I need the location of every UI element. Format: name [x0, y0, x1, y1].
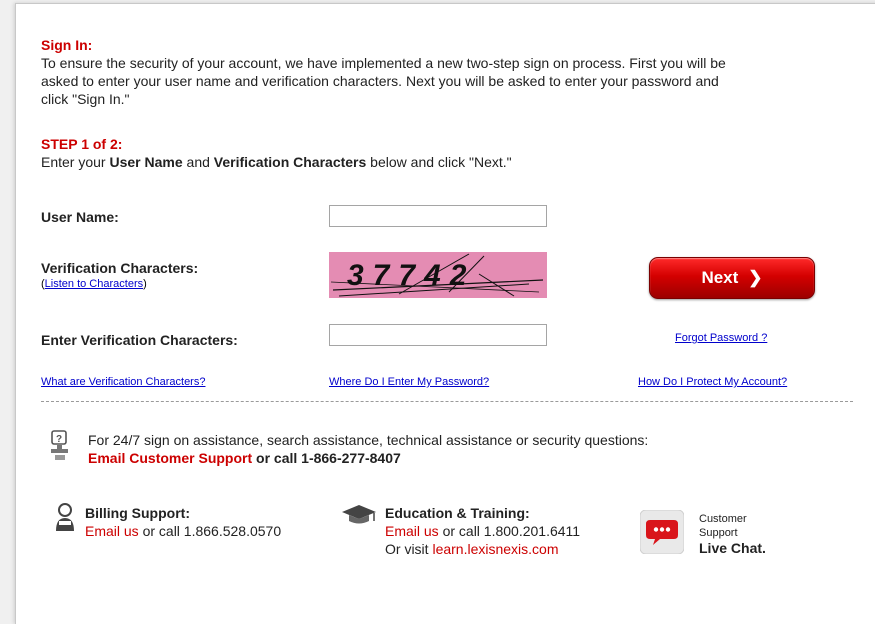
learn-lexisnexis-link[interactable]: learn.lexisnexis.com: [432, 541, 558, 557]
education-title: Education & Training:: [385, 505, 530, 521]
education-visit-text: Or visit: [385, 541, 433, 557]
billing-contact: Email us or call 1.866.528.0570: [85, 522, 281, 540]
step-text-pre: Enter your: [41, 154, 110, 170]
protect-account-link[interactable]: How Do I Protect My Account?: [638, 376, 787, 388]
intro-line-3: click "Sign In.": [41, 91, 130, 107]
live-chat-line-2: Support: [699, 527, 738, 539]
username-label: User Name:: [41, 209, 119, 225]
education-phone: or call 1.800.201.6411: [438, 523, 581, 539]
billing-person-icon: [54, 503, 76, 538]
step-title: STEP 1 of 2:: [41, 136, 123, 152]
username-input[interactable]: [329, 205, 547, 227]
section-divider: [41, 401, 853, 402]
next-button-label: Next: [701, 268, 739, 287]
chevron-right-icon: ❯: [748, 268, 763, 287]
intro-line-2: asked to enter your user name and verifi…: [41, 73, 719, 89]
billing-phone: or call 1.866.528.0570: [138, 523, 282, 539]
education-contact: Email us or call 1.800.201.6411: [385, 522, 580, 540]
verification-input[interactable]: [329, 324, 547, 346]
email-customer-support-link[interactable]: Email Customer Support: [88, 450, 252, 466]
help-desk-icon: ?: [49, 430, 71, 469]
step-text-verification: Verification Characters: [213, 154, 367, 170]
listen-wrapper: (Listen to Characters): [41, 278, 147, 290]
where-password-link[interactable]: Where Do I Enter My Password?: [329, 376, 489, 388]
captcha-image: 37742: [329, 252, 547, 298]
education-visit: Or visit learn.lexisnexis.com: [385, 540, 559, 558]
education-email-link[interactable]: Email us: [385, 523, 439, 539]
step-instructions: Enter your User Name and Verification Ch…: [41, 153, 512, 171]
listen-paren-close: ): [143, 278, 147, 290]
signin-intro: To ensure the security of your account, …: [41, 54, 875, 108]
enter-verification-label: Enter Verification Characters:: [41, 332, 238, 348]
assist-contact: Email Customer Support or call 1-866-277…: [88, 449, 401, 467]
signin-panel: Sign In: To ensure the security of your …: [15, 3, 875, 624]
listen-characters-link[interactable]: Listen to Characters: [45, 278, 143, 290]
step-text-username: User Name: [109, 154, 183, 170]
chat-bubble-icon[interactable]: [639, 509, 685, 559]
live-chat-line-1: Customer: [699, 513, 747, 525]
live-chat-line-3: Live Chat.: [699, 540, 766, 556]
intro-line-1: To ensure the security of your account, …: [41, 55, 726, 71]
step-text-mid: and: [182, 154, 214, 170]
what-are-verification-link[interactable]: What are Verification Characters?: [41, 376, 205, 388]
graduation-cap-icon: [341, 504, 377, 531]
step-text-post: below and click "Next.": [366, 154, 512, 170]
next-button[interactable]: Next ❯: [649, 257, 815, 299]
live-chat-link[interactable]: Customer Support Live Chat.: [699, 512, 766, 556]
billing-title: Billing Support:: [85, 505, 190, 521]
captcha-svg: 37742: [330, 253, 544, 297]
svg-text:?: ?: [56, 434, 62, 445]
forgot-password-link[interactable]: Forgot Password ?: [675, 332, 767, 344]
billing-email-link[interactable]: Email us: [85, 523, 139, 539]
signin-title: Sign In:: [41, 37, 93, 53]
verification-label: Verification Characters:: [41, 260, 199, 276]
assist-phone: or call 1-866-277-8407: [252, 450, 401, 466]
assist-text: For 24/7 sign on assistance, search assi…: [88, 432, 649, 448]
